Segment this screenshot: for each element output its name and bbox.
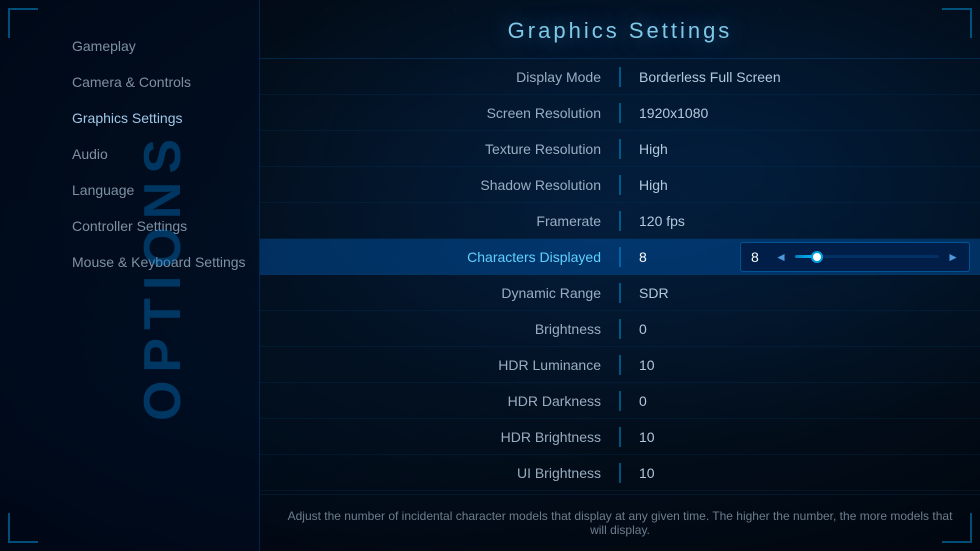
setting-divider-hdr-brightness (619, 427, 621, 447)
sidebar-item-camera-controls[interactable]: Camera & Controls (60, 66, 259, 98)
slider-left-arrow[interactable]: ◄ (775, 250, 787, 264)
setting-label-characters-displayed: Characters Displayed (260, 241, 617, 273)
setting-label-display-mode: Display Mode (260, 61, 617, 93)
setting-divider-hdr-darkness (619, 391, 621, 411)
setting-label-dynamic-range: Dynamic Range (260, 277, 617, 309)
main-panel: Graphics Settings Display ModeBorderless… (260, 0, 980, 551)
sidebar-item-graphics-settings[interactable]: Graphics Settings (60, 102, 259, 134)
setting-divider-screen-resolution (619, 103, 621, 123)
setting-row-hdr-luminance[interactable]: HDR Luminance10 (260, 347, 980, 383)
corner-decoration-tr (942, 8, 972, 38)
setting-row-dynamic-range[interactable]: Dynamic RangeSDR (260, 275, 980, 311)
bottom-description: Adjust the number of incidental characte… (260, 494, 980, 551)
setting-row-characters-displayed[interactable]: Characters Displayed 88 ◄ ► (260, 239, 980, 275)
setting-row-brightness[interactable]: Brightness0 (260, 311, 980, 347)
setting-value-brightness: 0 (623, 313, 980, 345)
setting-row-display-mode[interactable]: Display ModeBorderless Full Screen (260, 59, 980, 95)
setting-value-shadow-resolution: High (623, 169, 980, 201)
sidebar-item-gameplay[interactable]: Gameplay (60, 30, 259, 62)
setting-value-hdr-darkness: 0 (623, 385, 980, 417)
setting-row-hdr-brightness[interactable]: HDR Brightness10 (260, 419, 980, 455)
setting-row-framerate[interactable]: Framerate120 fps (260, 203, 980, 239)
setting-divider-dynamic-range (619, 283, 621, 303)
slider-track[interactable] (795, 255, 939, 258)
setting-divider-hdr-luminance (619, 355, 621, 375)
setting-value-hdr-brightness: 10 (623, 421, 980, 453)
setting-label-texture-resolution: Texture Resolution (260, 133, 617, 165)
setting-row-screen-resolution[interactable]: Screen Resolution1920x1080 (260, 95, 980, 131)
corner-decoration-tl (8, 8, 38, 38)
setting-row-ui-brightness[interactable]: UI Brightness10 (260, 455, 980, 491)
setting-row-hdr-darkness[interactable]: HDR Darkness0 (260, 383, 980, 419)
slider-popup: 8 ◄ ► (740, 242, 970, 272)
setting-divider-brightness (619, 319, 621, 339)
setting-label-hdr-luminance: HDR Luminance (260, 349, 617, 381)
setting-divider-ui-brightness (619, 463, 621, 483)
slider-thumb[interactable] (811, 251, 823, 263)
setting-label-shadow-resolution: Shadow Resolution (260, 169, 617, 201)
setting-value-texture-resolution: High (623, 133, 980, 165)
setting-value-dynamic-range: SDR (623, 277, 980, 309)
setting-divider-display-mode (619, 67, 621, 87)
slider-current-value: 8 (751, 249, 767, 265)
setting-value-framerate: 120 fps (623, 205, 980, 237)
setting-divider-framerate (619, 211, 621, 231)
setting-row-texture-resolution[interactable]: Texture ResolutionHigh (260, 131, 980, 167)
setting-row-shadow-resolution[interactable]: Shadow ResolutionHigh (260, 167, 980, 203)
sidebar: Options Gameplay Camera & Controls Graphic… (0, 0, 260, 551)
setting-label-ui-brightness: UI Brightness (260, 457, 617, 489)
setting-value-display-mode: Borderless Full Screen (623, 61, 980, 93)
setting-divider-characters-displayed (619, 247, 621, 267)
settings-list: Display ModeBorderless Full ScreenScreen… (260, 59, 980, 494)
setting-label-brightness: Brightness (260, 313, 617, 345)
setting-value-hdr-luminance: 10 (623, 349, 980, 381)
setting-value-ui-brightness: 10 (623, 457, 980, 489)
options-label: Options (133, 130, 193, 420)
setting-divider-texture-resolution (619, 139, 621, 159)
setting-label-hdr-brightness: HDR Brightness (260, 421, 617, 453)
slider-right-arrow[interactable]: ► (947, 250, 959, 264)
corner-decoration-br (942, 513, 972, 543)
corner-decoration-bl (8, 513, 38, 543)
setting-label-screen-resolution: Screen Resolution (260, 97, 617, 129)
setting-label-framerate: Framerate (260, 205, 617, 237)
setting-divider-shadow-resolution (619, 175, 621, 195)
panel-title: Graphics Settings (260, 0, 980, 59)
setting-value-screen-resolution: 1920x1080 (623, 97, 980, 129)
setting-label-hdr-darkness: HDR Darkness (260, 385, 617, 417)
